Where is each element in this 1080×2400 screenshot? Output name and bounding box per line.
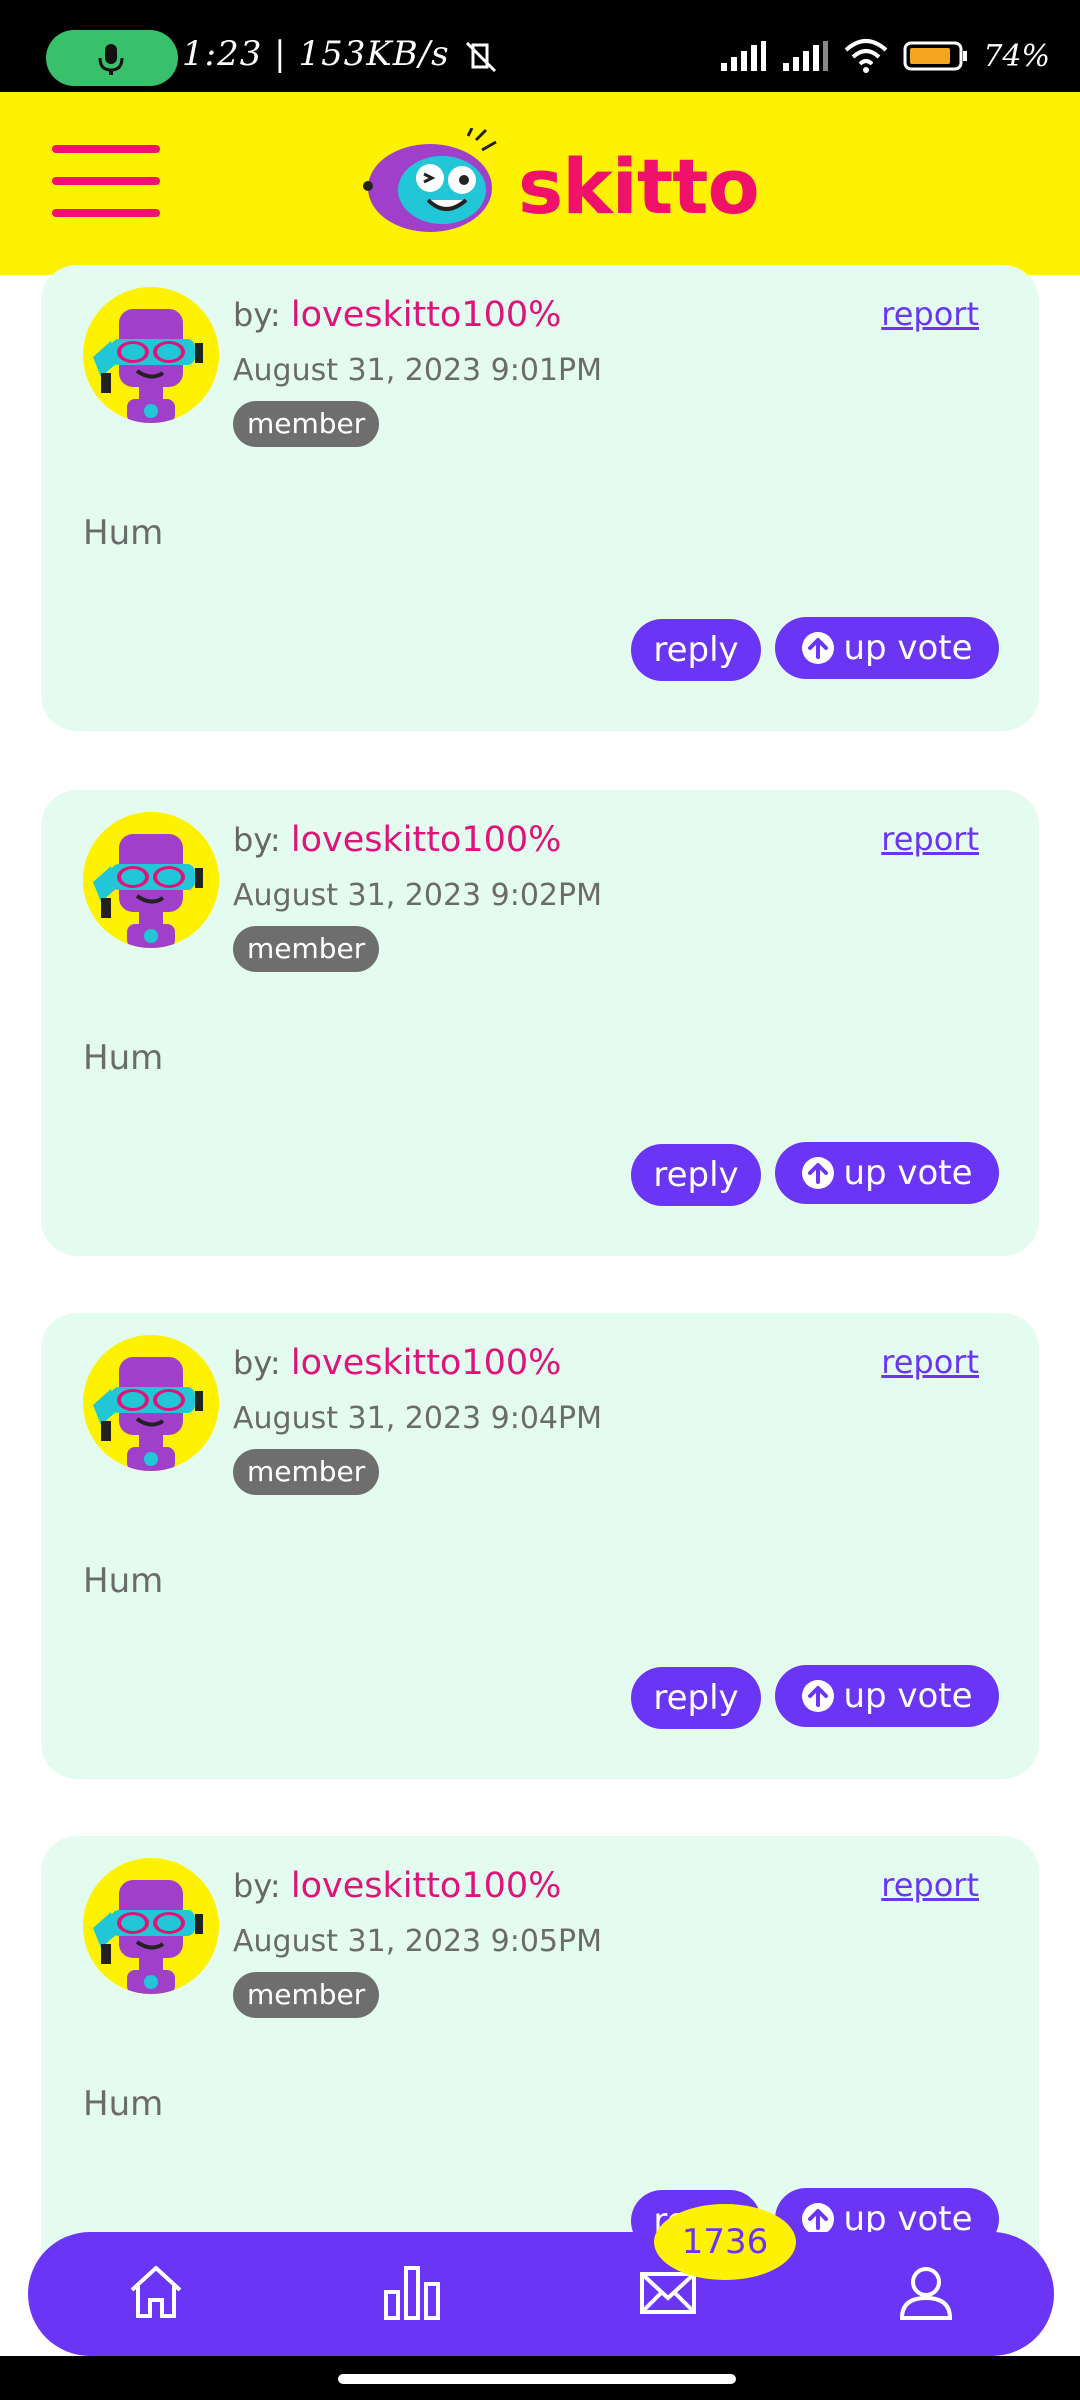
mute-vibrate-icon [466, 41, 497, 73]
profile-icon[interactable] [896, 2262, 956, 2322]
author-username[interactable]: loveskitto100% [291, 820, 562, 860]
comment-timestamp: August 31, 2023 9:04PM [233, 1401, 602, 1436]
app-header: skitto [0, 92, 1080, 275]
author-prefix: by: [233, 296, 281, 334]
report-link[interactable]: report [881, 820, 979, 858]
skitto-mascot-logo [363, 128, 497, 232]
reply-button[interactable]: reply [631, 1144, 761, 1206]
member-badge: member [233, 401, 380, 447]
comment-card: by: loveskitto100% August 31, 2023 9:04P… [41, 1313, 1039, 1779]
reply-button[interactable]: reply [631, 1667, 761, 1729]
user-avatar[interactable] [83, 1858, 219, 1994]
author-prefix: by: [233, 1867, 281, 1905]
upvote-button-label: up vote [843, 1153, 973, 1193]
author-prefix: by: [233, 1344, 281, 1382]
author-prefix: by: [233, 821, 281, 859]
author-line: by: loveskitto100% [233, 1866, 561, 1906]
bottom-navigation [28, 2232, 1054, 2356]
reply-button-label: reply [653, 630, 739, 670]
arrow-up-circle-icon [802, 1157, 835, 1189]
arrow-up-circle-icon [802, 2203, 835, 2235]
notification-count-badge[interactable]: 1736 [654, 2204, 796, 2280]
comment-timestamp: August 31, 2023 9:05PM [233, 1924, 602, 1959]
author-line: by: loveskitto100% [233, 295, 561, 335]
menu-icon-line [52, 177, 160, 185]
user-avatar[interactable] [83, 812, 219, 948]
upvote-button[interactable]: up vote [775, 1142, 999, 1204]
report-link[interactable]: report [881, 295, 979, 333]
comment-card: by: loveskitto100% August 31, 2023 9:02P… [41, 790, 1039, 1256]
wifi-icon [844, 39, 888, 73]
signal-icon [721, 41, 767, 71]
bar-chart-icon[interactable] [382, 2262, 442, 2322]
upvote-button-label: up vote [843, 1676, 973, 1716]
author-username[interactable]: loveskitto100% [291, 295, 562, 335]
signal-icon-2 [783, 41, 829, 71]
reply-button-label: reply [653, 1155, 739, 1195]
author-line: by: loveskitto100% [233, 820, 561, 860]
upvote-button[interactable]: up vote [775, 1665, 999, 1727]
user-avatar[interactable] [83, 1335, 219, 1471]
report-link[interactable]: report [881, 1866, 979, 1904]
battery-icon [903, 41, 968, 71]
author-line: by: loveskitto100% [233, 1343, 561, 1383]
user-avatar[interactable] [83, 287, 219, 423]
comment-card: by: loveskitto100% August 31, 2023 9:01P… [41, 265, 1039, 731]
arrow-up-circle-icon [802, 632, 835, 664]
comment-timestamp: August 31, 2023 9:01PM [233, 353, 602, 388]
comment-timestamp: August 31, 2023 9:02PM [233, 878, 602, 913]
home-gesture-indicator[interactable] [338, 2374, 736, 2384]
menu-icon-line [52, 145, 160, 153]
author-username[interactable]: loveskitto100% [291, 1343, 562, 1383]
clock-time: 1:23 [182, 34, 263, 74]
network-speed: 153KB/s [298, 34, 450, 74]
microphone-icon [98, 44, 124, 75]
member-badge: member [233, 1449, 380, 1495]
app-logo-text[interactable]: skitto [518, 142, 760, 231]
battery-percent: 74% [983, 38, 1050, 74]
menu-icon-line [52, 209, 160, 217]
system-navigation-bar [0, 2356, 1080, 2400]
arrow-up-circle-icon [802, 1680, 835, 1712]
author-username[interactable]: loveskitto100% [291, 1866, 562, 1906]
home-icon[interactable] [126, 2262, 186, 2322]
comment-body: Hum [83, 1038, 164, 1078]
member-badge: member [233, 926, 380, 972]
member-badge: member [233, 1972, 380, 2018]
upvote-button[interactable]: up vote [775, 617, 999, 679]
hamburger-menu-button[interactable] [52, 145, 162, 223]
upvote-button-label: up vote [843, 628, 973, 668]
comment-body: Hum [83, 2084, 164, 2124]
comment-body: Hum [83, 513, 164, 553]
mic-active-indicator[interactable] [46, 30, 178, 86]
status-bar: 1:23 | 153KB/s 74% [0, 0, 1080, 92]
comment-body: Hum [83, 1561, 164, 1601]
report-link[interactable]: report [881, 1343, 979, 1381]
reply-button[interactable]: reply [631, 619, 761, 681]
reply-button-label: reply [653, 1678, 739, 1718]
